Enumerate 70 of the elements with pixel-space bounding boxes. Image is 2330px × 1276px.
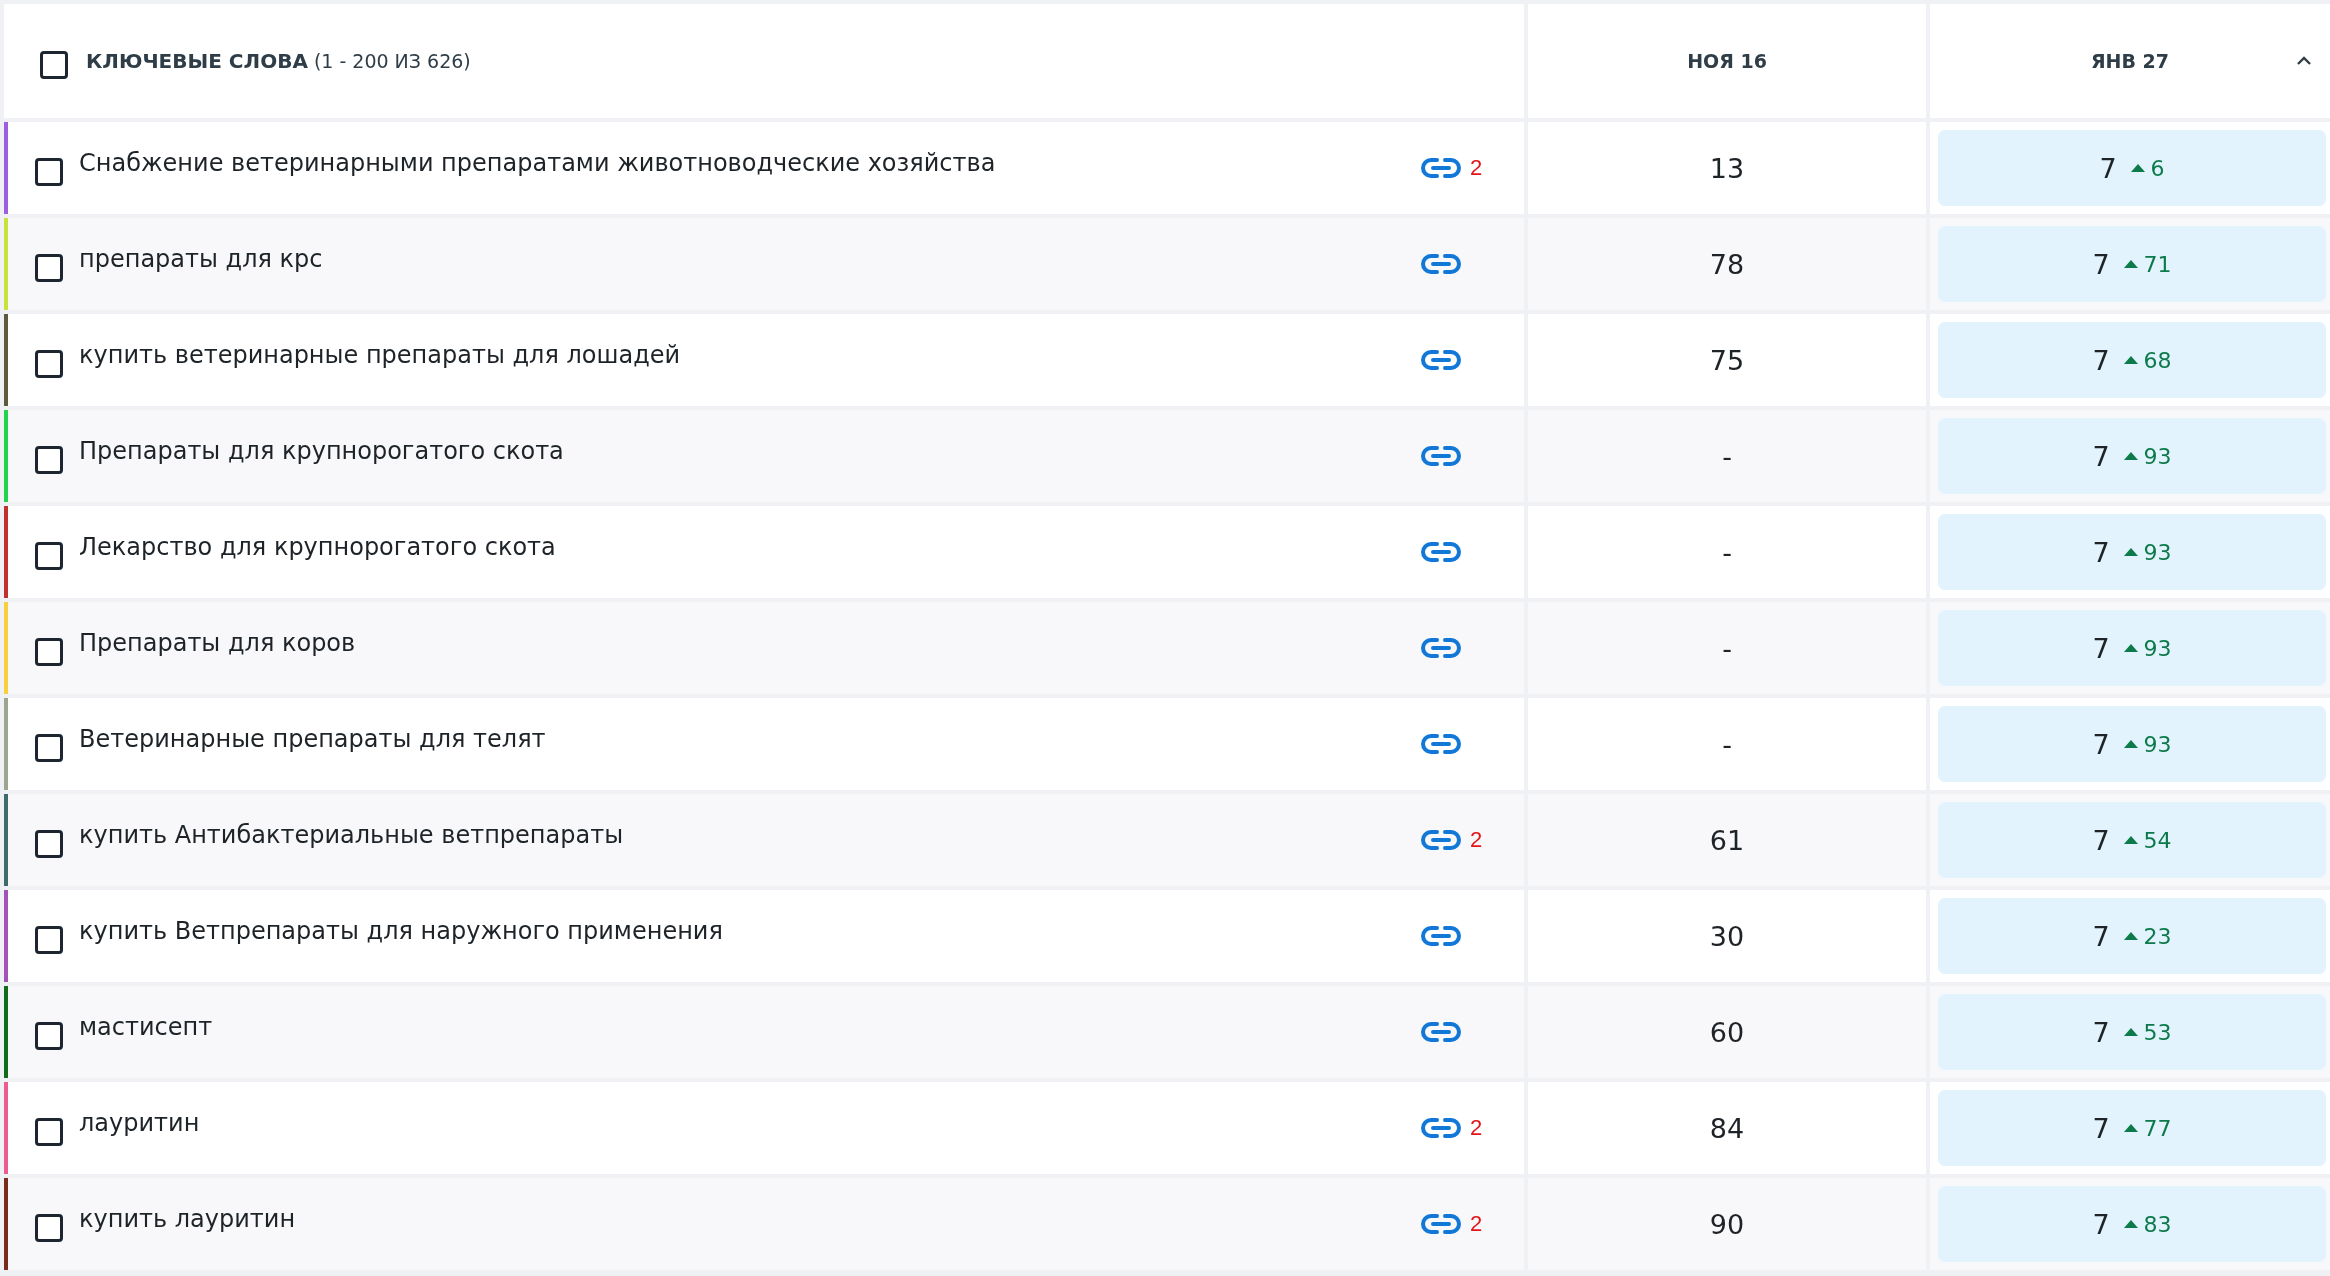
rank-cell: 7 53 bbox=[1938, 994, 2326, 1070]
rank-cell: 7 71 bbox=[1938, 226, 2326, 302]
keyword-text: Препараты для крупнорогатого скота bbox=[79, 437, 565, 465]
checkbox[interactable] bbox=[35, 1214, 63, 1242]
rank-cell: 7 93 bbox=[1938, 514, 2326, 590]
link-icon bbox=[1420, 925, 1462, 947]
rank-cell: 7 93 bbox=[1938, 610, 2326, 686]
chevron-up-icon[interactable] bbox=[2296, 56, 2312, 66]
link-icon bbox=[1420, 1117, 1462, 1139]
position-value: 78 bbox=[1709, 248, 1745, 280]
checkbox[interactable] bbox=[35, 350, 63, 378]
rank-cell: 7 93 bbox=[1938, 706, 2326, 782]
keyword-text: лауритин bbox=[79, 1109, 201, 1137]
checkbox[interactable] bbox=[35, 734, 63, 762]
link-icon bbox=[1420, 157, 1462, 179]
link-icon bbox=[1420, 445, 1462, 467]
rank-cell: 7 6 bbox=[1938, 130, 2326, 206]
keyword-text: купить ветеринарные препараты для лошадей bbox=[79, 341, 682, 369]
link-icon bbox=[1420, 349, 1462, 371]
checkbox[interactable] bbox=[35, 830, 63, 858]
link-icon bbox=[1420, 1021, 1462, 1043]
position-value: 84 bbox=[1709, 1112, 1745, 1144]
checkbox[interactable] bbox=[35, 254, 63, 282]
link-button[interactable]: 2 bbox=[1420, 155, 1500, 181]
rank-cell: 7 23 bbox=[1938, 898, 2326, 974]
position-value: 75 bbox=[1709, 344, 1745, 376]
checkbox[interactable] bbox=[35, 638, 63, 666]
column-header: КЛЮЧЕВЫЕ СЛОВА bbox=[86, 49, 308, 73]
position-value: - bbox=[1722, 440, 1732, 472]
position-value: - bbox=[1722, 536, 1732, 568]
link-icon bbox=[1420, 1213, 1462, 1235]
position-value: - bbox=[1722, 632, 1732, 664]
keyword-text: Препараты для коров bbox=[79, 629, 357, 657]
keyword-text: Лекарство для крупнорогатого скота bbox=[79, 533, 557, 561]
rank-cell: 7 68 bbox=[1938, 322, 2326, 398]
link-icon bbox=[1420, 733, 1462, 755]
link-icon bbox=[1420, 829, 1462, 851]
rank-cell: 7 54 bbox=[1938, 802, 2326, 878]
keyword-text: купить Антибактериальные ветпрепараты bbox=[79, 821, 625, 849]
link-button[interactable]: 2 bbox=[1420, 1115, 1500, 1141]
position-value: - bbox=[1722, 728, 1732, 760]
keyword-text: Снабжение ветеринарными препаратами животноводческие хозяйства bbox=[79, 149, 997, 177]
link-button[interactable]: 2 bbox=[1420, 827, 1500, 853]
checkbox[interactable] bbox=[35, 1022, 63, 1050]
checkbox[interactable] bbox=[35, 542, 63, 570]
rank-cell: 7 93 bbox=[1938, 418, 2326, 494]
column-header[interactable]: НОЯ 16 bbox=[1687, 50, 1767, 72]
keyword-text: купить Ветпрепараты для наружного применения bbox=[79, 917, 724, 945]
position-value: 90 bbox=[1709, 1208, 1745, 1240]
checkbox[interactable] bbox=[35, 446, 63, 474]
column-header[interactable]: ЯНВ 27 bbox=[2090, 50, 2170, 72]
link-button[interactable]: 2 bbox=[1420, 1211, 1500, 1237]
keyword-text: Ветеринарные препараты для телят bbox=[79, 725, 547, 753]
keyword-text: купить лауритин bbox=[79, 1205, 297, 1233]
link-icon bbox=[1420, 253, 1462, 275]
keyword-text: мастисепт bbox=[79, 1013, 214, 1041]
position-value: 60 bbox=[1709, 1016, 1745, 1048]
position-value: 30 bbox=[1709, 920, 1745, 952]
checkbox[interactable] bbox=[40, 51, 68, 79]
keyword-count: (1 - 200 ИЗ 626) bbox=[313, 50, 471, 72]
rank-cell: 7 83 bbox=[1938, 1186, 2326, 1262]
checkbox[interactable] bbox=[35, 158, 63, 186]
rank-cell: 7 77 bbox=[1938, 1090, 2326, 1166]
position-value: 13 bbox=[1709, 152, 1745, 184]
link-icon bbox=[1420, 541, 1462, 563]
checkbox[interactable] bbox=[35, 1118, 63, 1146]
position-value: 61 bbox=[1709, 824, 1745, 856]
checkbox[interactable] bbox=[35, 926, 63, 954]
link-icon bbox=[1420, 637, 1462, 659]
keyword-text: препараты для крс bbox=[79, 245, 324, 273]
